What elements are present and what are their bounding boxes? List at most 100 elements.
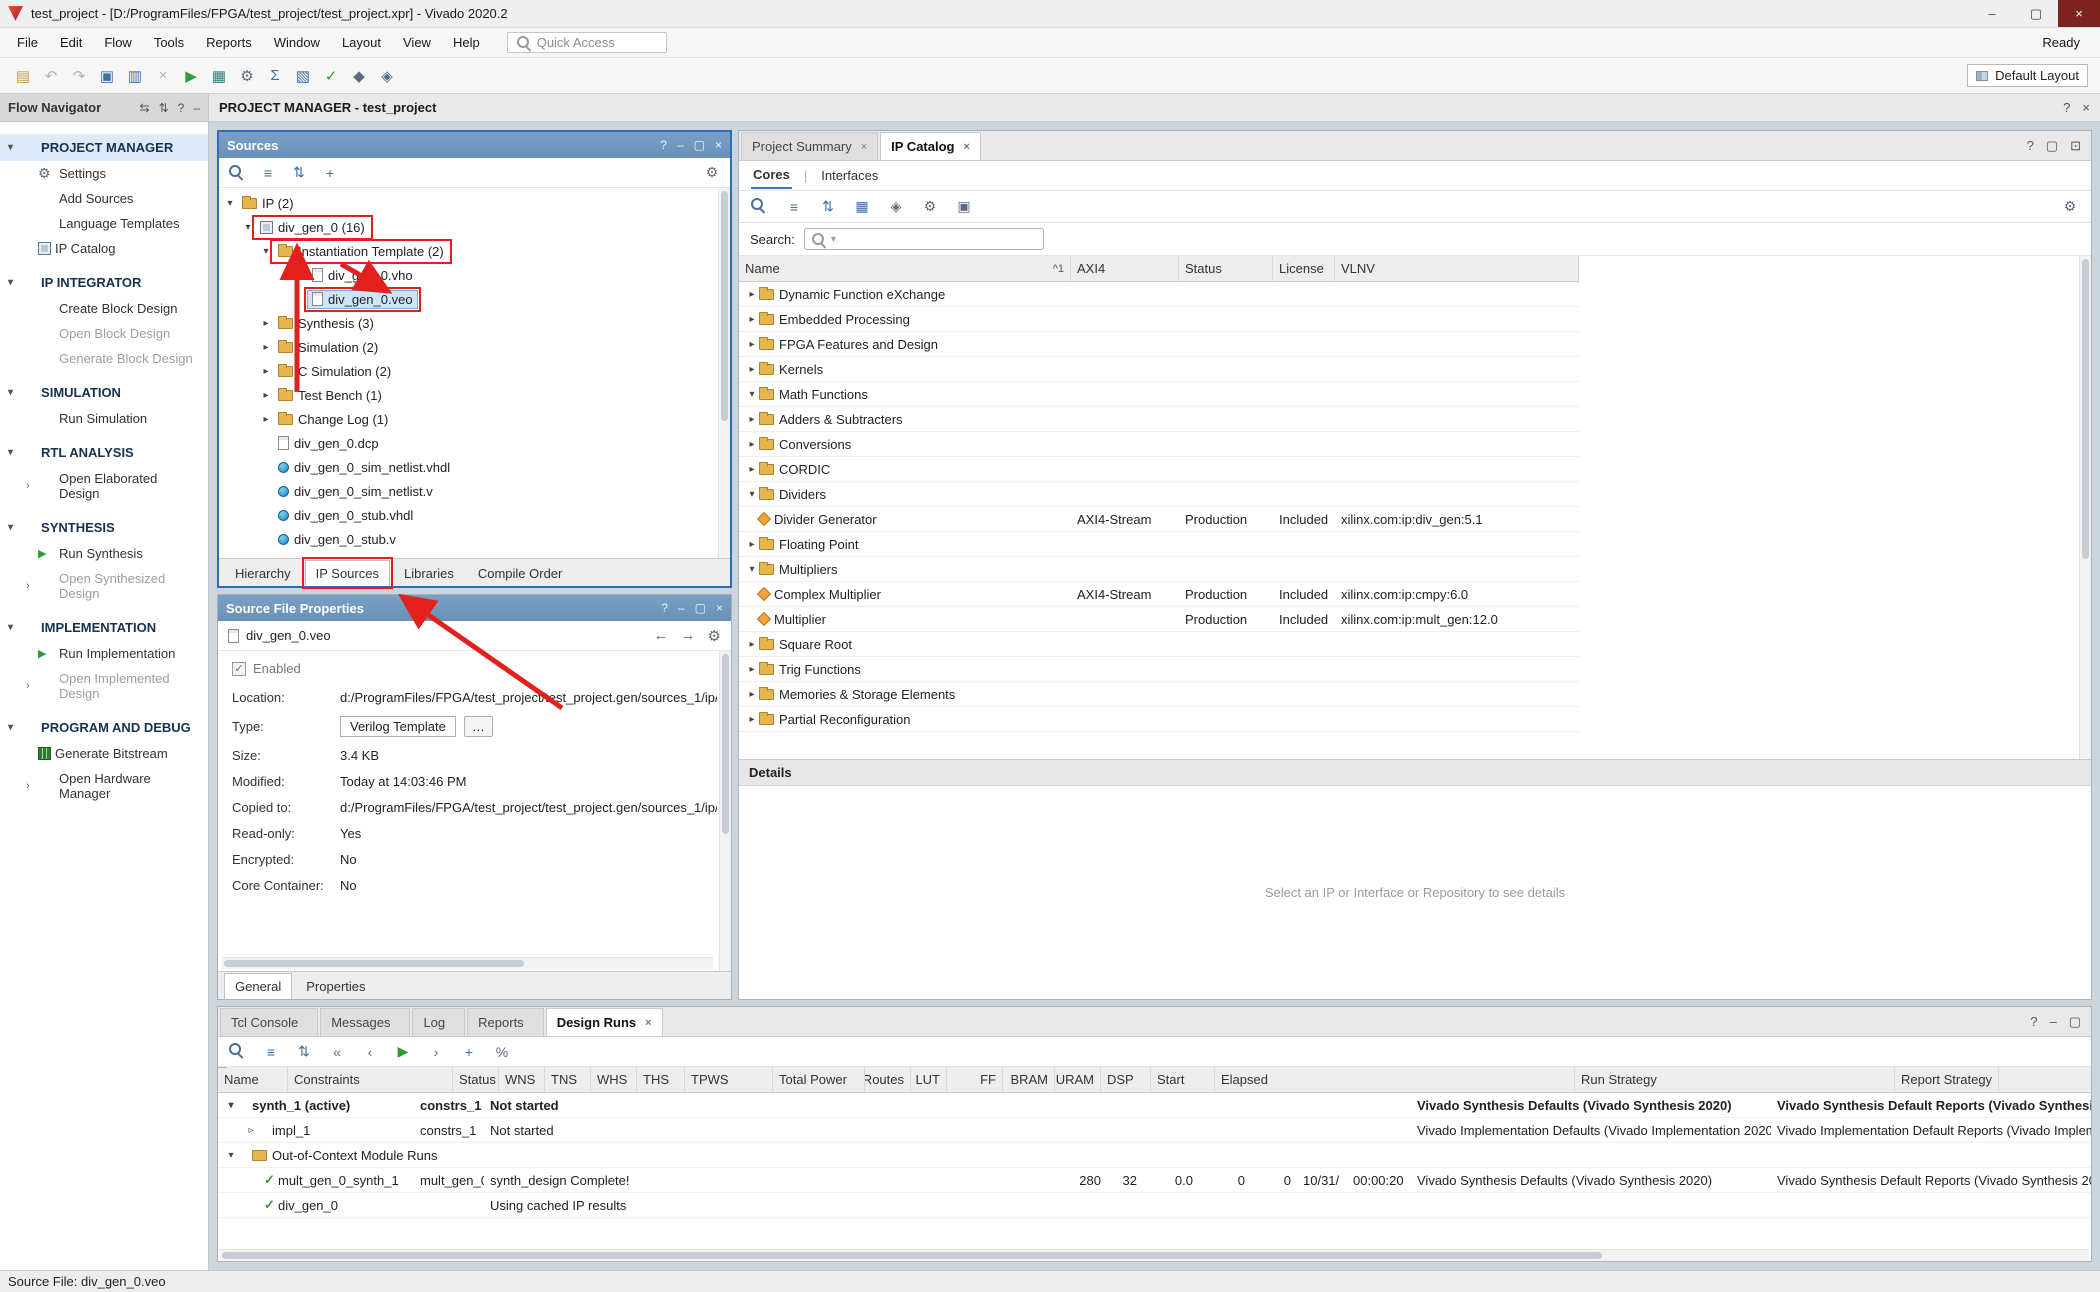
design-run-row[interactable]: ▾ Out-of-Context Module Runs (218, 1143, 2091, 1168)
expander-icon[interactable]: ▾ (259, 246, 273, 257)
tree-item[interactable]: div_gen_0_sim_netlist.vhdl (219, 455, 730, 479)
menu-item[interactable]: View (392, 30, 442, 55)
tab-cores[interactable]: Cores (751, 162, 792, 189)
flow-navigator-entry[interactable]: PROJECT MANAGER (0, 134, 208, 161)
bottom-tab[interactable]: Tcl Console (220, 1008, 318, 1036)
expand-collapse-icon[interactable]: ⇅ (294, 1042, 314, 1062)
flow-navigator-entry[interactable]: IP INTEGRATOR (0, 269, 208, 296)
column-header[interactable]: TNS (545, 1067, 591, 1092)
expander-icon[interactable]: ▸ (745, 289, 759, 300)
detail-view-icon[interactable]: ▣ (954, 197, 974, 217)
ip-catalog-row[interactable]: ▸ Adders & Subtracters (739, 407, 1579, 432)
report-icon[interactable]: ▧ (290, 63, 316, 89)
run-icon[interactable]: ▶ (178, 63, 204, 89)
ip-catalog-row[interactable]: Complex Multiplier AXI4-Stream Productio… (739, 582, 1579, 607)
minimize-button[interactable]: – (1970, 0, 2014, 27)
column-status[interactable]: Status (1179, 256, 1273, 281)
close-icon[interactable]: × (2082, 100, 2090, 115)
ip-catalog-row[interactable]: ▸ Embedded Processing (739, 307, 1579, 332)
ip-catalog-row[interactable]: ▸ CORDIC (739, 457, 1579, 482)
document-tab[interactable]: IP Catalog × (880, 132, 981, 160)
menu-item[interactable]: Help (442, 30, 491, 55)
properties-view-tab[interactable]: General (224, 973, 292, 999)
expander-icon[interactable]: ▸ (745, 314, 759, 325)
column-license[interactable]: License (1273, 256, 1335, 281)
float-icon[interactable]: ▢ (695, 601, 706, 615)
collapse-all-icon[interactable]: ≡ (259, 164, 277, 182)
wrench-icon[interactable]: ⚙ (920, 197, 940, 217)
settings-icon[interactable]: ⚙ (708, 627, 721, 645)
column-header[interactable]: Name (218, 1067, 288, 1092)
flow-navigator-entry[interactable]: Language Templates (0, 211, 208, 236)
collapse-all-icon[interactable]: ≡ (784, 197, 804, 217)
search-icon[interactable] (750, 197, 770, 217)
tree-item[interactable]: ▸ Test Bench (1) (219, 383, 730, 407)
ip-catalog-row[interactable]: ▸ Partial Reconfiguration (739, 707, 1579, 732)
more-button[interactable]: … (464, 716, 493, 737)
minimize-icon[interactable]: – (2049, 1014, 2056, 1030)
tree-item[interactable]: div_gen_0.vho (219, 263, 730, 287)
flow-navigator-entry[interactable]: Run Simulation (0, 406, 208, 431)
column-header[interactable]: Failed Routes (865, 1067, 911, 1092)
close-button[interactable]: × (2058, 0, 2100, 27)
column-header[interactable]: BRAM (1003, 1067, 1055, 1092)
column-header[interactable]: Total Power (773, 1067, 865, 1092)
close-icon[interactable]: × (715, 138, 722, 152)
expand-collapse-icon[interactable]: ⇅ (159, 101, 169, 115)
open-file-icon[interactable]: ▤ (10, 63, 36, 89)
horizontal-scrollbar[interactable] (222, 957, 713, 969)
type-select[interactable]: Verilog Template (340, 716, 456, 737)
tree-item[interactable]: ▾ Instantiation Template (2) (219, 239, 730, 263)
expander-icon[interactable]: ▸ (745, 639, 759, 650)
float-icon[interactable]: ▢ (694, 138, 705, 152)
expander-icon[interactable]: ▸ (745, 664, 759, 675)
close-icon[interactable]: × (963, 141, 969, 153)
flow-navigator-entry[interactable]: PROGRAM AND DEBUG (0, 714, 208, 741)
column-header[interactable]: DSP (1101, 1067, 1151, 1092)
close-icon[interactable]: × (716, 601, 723, 615)
ip-catalog-row[interactable]: ▸ Trig Functions (739, 657, 1579, 682)
flow-navigator-entry[interactable]: › Open Hardware Manager (0, 766, 208, 806)
tab-interfaces[interactable]: Interfaces (819, 163, 880, 188)
save-icon[interactable]: ▣ (94, 63, 120, 89)
menu-item[interactable]: File (6, 30, 49, 55)
back-icon[interactable]: ← (654, 627, 669, 645)
expander-icon[interactable]: ▾ (224, 1100, 238, 1111)
step-back-icon[interactable]: ‹ (360, 1042, 380, 1062)
ip-catalog-row[interactable]: ▸ FPGA Features and Design (739, 332, 1579, 357)
sum-icon[interactable]: Σ (262, 63, 288, 89)
search-icon[interactable] (228, 164, 246, 182)
flow-navigator-entry[interactable]: Generate Block Design (0, 346, 208, 371)
flow-navigator-entry[interactable]: Create Block Design (0, 296, 208, 321)
ip-catalog-row[interactable]: ▾ Dividers (739, 482, 1579, 507)
column-header[interactable]: TPWS (685, 1067, 773, 1092)
column-header[interactable]: URAM (1055, 1067, 1101, 1092)
column-header[interactable]: Elapsed (1215, 1067, 1575, 1092)
marker-icon[interactable]: ◆ (346, 63, 372, 89)
expander-icon[interactable]: ▸ (745, 539, 759, 550)
ip-catalog-row[interactable]: ▸ Dynamic Function eXchange (739, 282, 1579, 307)
expand-collapse-icon[interactable]: ⇅ (818, 197, 838, 217)
expander-icon[interactable]: ▸ (745, 439, 759, 450)
tree-item[interactable]: ▸ Synthesis (3) (219, 311, 730, 335)
expander-icon[interactable]: ▸ (745, 364, 759, 375)
board-icon[interactable]: ▦ (206, 63, 232, 89)
add-sources-icon[interactable]: + (321, 164, 339, 182)
forward-icon[interactable]: → (681, 627, 696, 645)
quick-access-input[interactable]: Quick Access (507, 32, 667, 53)
flow-navigator-entry[interactable]: Add Sources (0, 186, 208, 211)
expander-icon[interactable]: ▸ (745, 714, 759, 725)
close-icon[interactable]: × (645, 1017, 651, 1029)
help-icon[interactable]: ? (2063, 100, 2070, 115)
flow-navigator-entry[interactable]: SYNTHESIS (0, 514, 208, 541)
expander-icon[interactable]: ▾ (745, 489, 759, 500)
design-run-row[interactable]: ✓ mult_gen_0_synth_1 mult_gen_0 synth_de… (218, 1168, 2091, 1193)
expander-icon[interactable]: ▹ (244, 1125, 258, 1136)
flow-navigator-entry[interactable]: › Open Elaborated Design (0, 466, 208, 506)
design-run-row[interactable]: ✓ div_gen_0 Using cached IP results (218, 1193, 2091, 1218)
tree-item[interactable]: div_gen_0_stub.vhdl (219, 503, 730, 527)
flow-navigator-entry[interactable]: Run Implementation (0, 641, 208, 666)
ip-catalog-row[interactable]: Multiplier Production Included xilinx.co… (739, 607, 1579, 632)
copy-icon[interactable]: ▥ (122, 63, 148, 89)
settings-icon[interactable]: ⚙ (2060, 197, 2080, 217)
